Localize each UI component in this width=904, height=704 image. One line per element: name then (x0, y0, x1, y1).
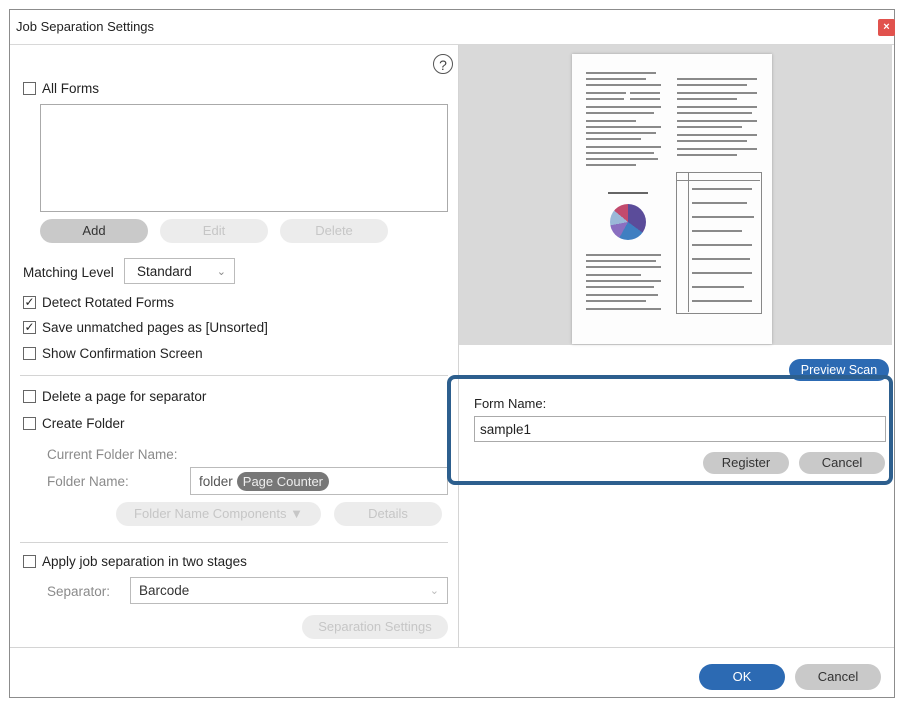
two-stage-row[interactable]: Apply job separation in two stages (23, 554, 247, 569)
footer-divider (10, 647, 894, 648)
delete-page-row[interactable]: Delete a page for separator (23, 389, 206, 404)
show-confirmation-checkbox[interactable] (23, 347, 36, 360)
all-forms-checkbox[interactable] (23, 82, 36, 95)
folder-name-prefix: folder (199, 473, 233, 489)
show-confirmation-label: Show Confirmation Screen (42, 346, 203, 361)
section-divider-2 (20, 542, 448, 543)
detect-rotated-row[interactable]: ✓ Detect Rotated Forms (23, 295, 174, 310)
folder-name-components-button[interactable]: Folder Name Components ▼ (116, 502, 321, 526)
separator-value: Barcode (139, 583, 190, 598)
detect-rotated-checkbox[interactable]: ✓ (23, 296, 36, 309)
chevron-down-icon: ⌄ (216, 265, 226, 278)
save-unmatched-row[interactable]: ✓ Save unmatched pages as [Unsorted] (23, 320, 268, 335)
help-icon[interactable]: ? (433, 54, 453, 74)
title-bar: Job Separation Settings × (10, 10, 895, 45)
show-confirmation-row[interactable]: Show Confirmation Screen (23, 346, 203, 361)
chevron-down-icon: ⌄ (429, 585, 439, 597)
section-divider (20, 375, 448, 376)
folder-name-label: Folder Name: (47, 474, 129, 489)
two-stage-label: Apply job separation in two stages (42, 554, 247, 569)
page-counter-token: Page Counter (236, 471, 330, 491)
job-separation-dialog: Job Separation Settings × ? All Forms Ad… (9, 9, 895, 698)
save-unmatched-checkbox[interactable]: ✓ (23, 321, 36, 334)
matching-level-select[interactable]: Standard ⌄ (124, 258, 235, 284)
delete-page-label: Delete a page for separator (42, 389, 207, 404)
scanned-page-thumbnail (572, 54, 772, 344)
save-unmatched-label: Save unmatched pages as [Unsorted] (42, 320, 268, 335)
cancel-button[interactable]: Cancel (795, 664, 881, 690)
all-forms-label: All Forms (42, 81, 99, 96)
ok-button[interactable]: OK (699, 664, 785, 690)
separation-settings-button[interactable]: Separation Settings (302, 615, 448, 639)
separator-select[interactable]: Barcode ⌄ (130, 577, 448, 604)
forms-list[interactable] (40, 104, 448, 212)
create-folder-checkbox[interactable] (23, 417, 36, 430)
current-folder-name-label: Current Folder Name: (47, 447, 178, 462)
details-button[interactable]: Details (334, 502, 442, 526)
separator-label: Separator: (47, 584, 111, 599)
add-button[interactable]: Add (40, 219, 148, 243)
detect-rotated-label: Detect Rotated Forms (42, 295, 175, 310)
create-folder-label: Create Folder (42, 416, 125, 431)
matching-level-label: Matching Level (23, 265, 114, 280)
all-forms-checkbox-row[interactable]: All Forms (23, 81, 99, 96)
create-folder-row[interactable]: Create Folder (23, 416, 125, 431)
form-name-highlight (447, 375, 893, 485)
two-stage-checkbox[interactable] (23, 555, 36, 568)
folder-name-field[interactable]: folder Page Counter (190, 467, 448, 495)
close-icon[interactable]: × (878, 19, 895, 36)
edit-button[interactable]: Edit (160, 219, 268, 243)
pie-chart-thumbnail (610, 204, 646, 240)
window-title: Job Separation Settings (16, 19, 155, 34)
matching-level-value: Standard (137, 263, 192, 279)
delete-button[interactable]: Delete (280, 219, 388, 243)
delete-page-checkbox[interactable] (23, 390, 36, 403)
